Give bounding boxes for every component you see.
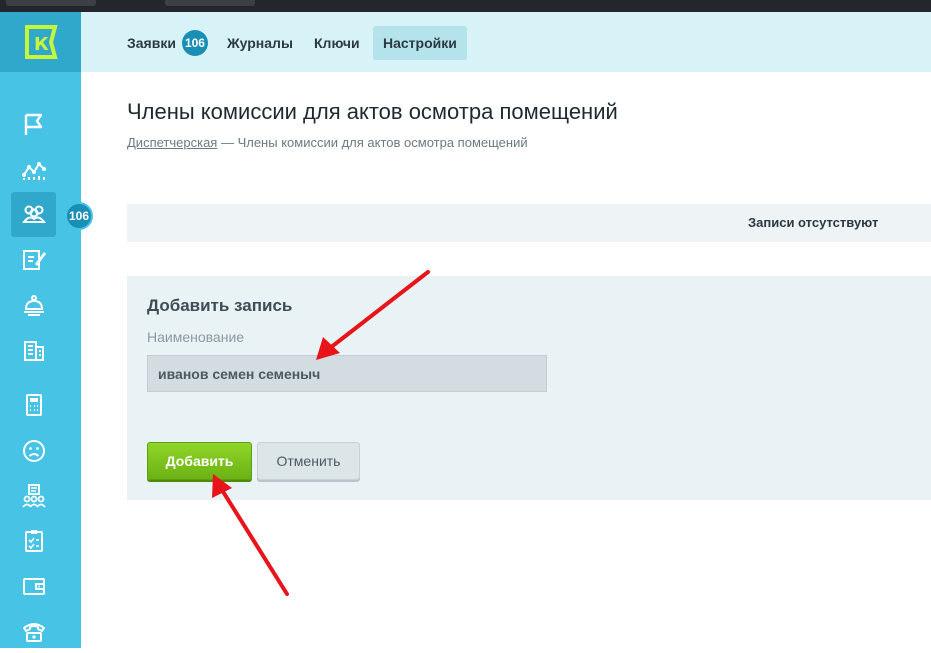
sidebar-item-checklist[interactable] <box>11 518 56 563</box>
breadcrumb-link-dispatch[interactable]: Диспетчерская <box>127 135 217 150</box>
breadcrumb-current: — Члены комиссии для актов осмотра помещ… <box>220 135 528 150</box>
phone-icon <box>22 622 45 642</box>
sidebar-item-analytics[interactable] <box>11 147 56 192</box>
people-list-icon <box>21 483 46 508</box>
nav-journals[interactable]: Журналы <box>227 26 293 60</box>
top-navigation: Заявки 106 Журналы Ключи Настройки <box>81 12 931 72</box>
sidebar-badge: 106 <box>65 202 93 230</box>
browser-tab-fragment <box>6 0 96 6</box>
form-title: Добавить запись <box>147 296 293 315</box>
bell-service-icon <box>23 294 44 316</box>
name-field-label: Наименование <box>147 329 245 345</box>
nav-requests-label: Заявки <box>127 35 176 51</box>
breadcrumb: Диспетчерская — Члены комиссии для актов… <box>127 135 528 150</box>
nav-requests[interactable]: Заявки 106 <box>127 26 208 60</box>
nav-keys[interactable]: Ключи <box>314 26 360 60</box>
sidebar-item-people[interactable] <box>11 473 56 518</box>
add-button[interactable]: Добавить <box>147 442 252 480</box>
edit-document-icon <box>22 249 46 270</box>
cancel-button[interactable]: Отменить <box>257 442 360 480</box>
calculator-icon <box>25 393 42 416</box>
clipboard-icon <box>24 529 43 552</box>
analytics-icon <box>21 161 46 180</box>
browser-chrome-strip <box>0 0 931 12</box>
logo-k-icon: К <box>24 25 58 59</box>
sad-face-icon <box>22 439 45 462</box>
browser-tab-fragment <box>165 0 255 6</box>
svg-text:К: К <box>34 34 49 55</box>
sidebar-item-calculator[interactable] <box>11 382 56 427</box>
sidebar-item-wallet[interactable] <box>11 563 56 608</box>
requests-badge: 106 <box>181 29 208 56</box>
empty-message: Записи отсутствуют <box>748 215 879 230</box>
app-logo[interactable]: К <box>0 12 81 72</box>
sidebar-item-buildings[interactable] <box>11 327 56 372</box>
building-icon <box>23 340 44 361</box>
sidebar-item-commission[interactable] <box>11 192 56 237</box>
nav-settings[interactable]: Настройки <box>373 26 467 60</box>
sidebar: К 106 <box>0 12 93 648</box>
users-group-icon <box>21 205 46 223</box>
page-title: Члены комиссии для актов осмотра помещен… <box>127 99 618 124</box>
wallet-icon <box>22 577 45 595</box>
sidebar-item-complaints[interactable] <box>11 428 56 473</box>
sidebar-item-service[interactable] <box>11 282 56 327</box>
flag-icon <box>24 113 42 135</box>
sidebar-item-phone[interactable] <box>11 608 56 653</box>
add-record-form: Добавить запись Наименование Добавить От… <box>127 276 931 500</box>
records-list: Записи отсутствуют <box>127 204 931 242</box>
sidebar-item-edit[interactable] <box>11 237 56 282</box>
sidebar-item-flag[interactable] <box>11 102 56 147</box>
name-input[interactable] <box>147 355 547 392</box>
